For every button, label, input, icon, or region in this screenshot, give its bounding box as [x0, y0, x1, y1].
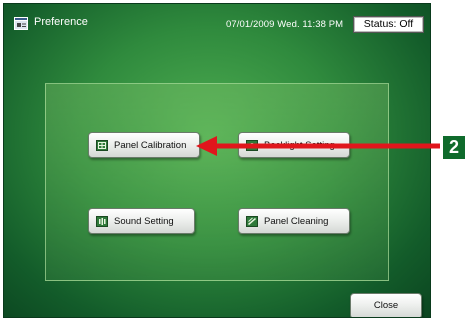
panel-calibration-button[interactable]: Panel Calibration	[88, 132, 200, 158]
calibration-icon	[96, 139, 108, 151]
sound-setting-button[interactable]: Sound Setting	[88, 208, 195, 234]
callout-number-badge: 2	[443, 136, 465, 159]
status-badge: Status: Off	[353, 16, 424, 33]
close-button[interactable]: Close	[350, 293, 422, 317]
cleaning-icon	[246, 215, 258, 227]
date-time: 07/01/2009 Wed. 11:38 PM	[226, 19, 344, 30]
panel-calibration-label: Panel Calibration	[114, 139, 187, 151]
title-bar: Preference 07/01/2009 Wed. 11:38 PM Stat…	[4, 4, 430, 44]
callout-arrow	[196, 136, 440, 156]
settings-panel	[45, 83, 389, 281]
window-title: Preference	[34, 16, 88, 28]
panel-cleaning-button[interactable]: Panel Cleaning	[238, 208, 350, 234]
panel-cleaning-label: Panel Cleaning	[264, 215, 329, 227]
preference-icon	[14, 17, 28, 30]
sound-icon	[96, 215, 108, 227]
sound-setting-label: Sound Setting	[114, 215, 174, 227]
